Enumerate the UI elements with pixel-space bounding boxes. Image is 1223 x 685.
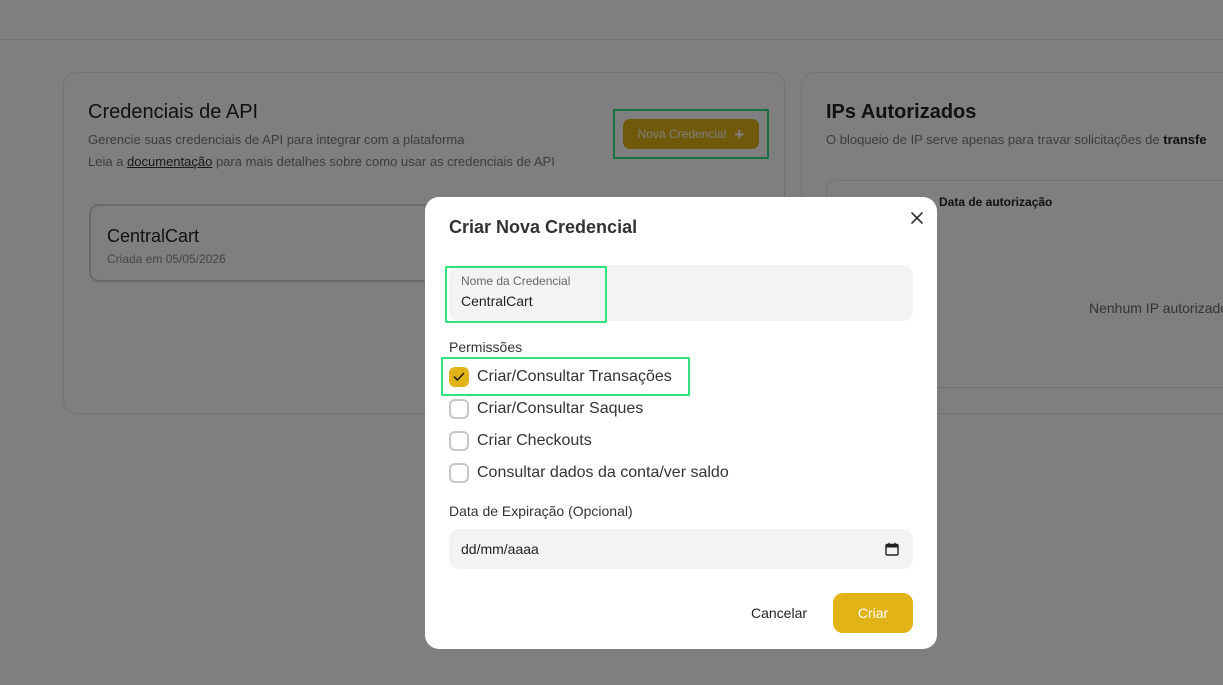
modal-title: Criar Nova Credencial [449,217,638,237]
credential-name-field[interactable]: Nome da Credencial CentralCart [449,265,913,321]
permission-label: Consultar dados da conta/ver saldo [477,464,729,481]
permission-checkouts[interactable]: Criar Checkouts [449,430,592,452]
permission-transactions[interactable]: Criar/Consultar Transações [449,366,672,388]
credential-name-input[interactable]: CentralCart [461,293,533,309]
check-icon [453,372,465,381]
cancel-button[interactable]: Cancelar [737,593,821,633]
checkbox-withdrawals[interactable] [449,399,469,419]
create-button[interactable]: Criar [833,593,913,633]
expiration-date-placeholder: dd/mm/aaaa [461,541,539,557]
checkbox-account-balance[interactable] [449,463,469,483]
checkbox-transactions[interactable] [449,367,469,387]
credential-name-label: Nome da Credencial [461,274,571,288]
expiration-date-input[interactable]: dd/mm/aaaa [449,529,913,569]
permissions-title: Permissões [449,339,523,355]
permission-label: Criar/Consultar Saques [477,400,644,417]
permission-label: Criar Checkouts [477,432,592,449]
permission-withdrawals[interactable]: Criar/Consultar Saques [449,398,643,420]
permission-label: Criar/Consultar Transações [477,368,672,385]
calendar-icon[interactable] [885,542,899,556]
expiration-label: Data de Expiração (Opcional) [449,503,633,519]
close-icon[interactable] [907,208,927,228]
checkbox-checkouts[interactable] [449,431,469,451]
create-credential-modal: Criar Nova Credencial Nome da Credencial… [425,197,937,649]
permission-account-balance[interactable]: Consultar dados da conta/ver saldo [449,462,729,484]
